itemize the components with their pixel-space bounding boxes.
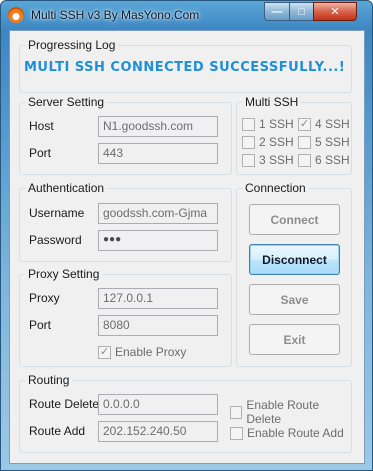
ssh-option-label: 5 SSH <box>315 135 350 149</box>
routing-title: Routing <box>25 373 73 387</box>
port-label: Port <box>29 146 52 160</box>
route-delete-field[interactable]: 0.0.0.0 <box>98 394 218 415</box>
checkmark-icon: ✓ <box>299 117 310 130</box>
connect-button[interactable]: Connect <box>249 204 340 235</box>
minimize-icon: — <box>271 5 283 18</box>
authentication-title: Authentication <box>25 181 108 195</box>
route-delete-label: Route Delete <box>29 397 100 411</box>
ssh-option-1[interactable]: 1 SSH <box>242 117 294 131</box>
connection-group: Connection Connect Disconnect Save Exit <box>236 181 352 367</box>
ssh-option-6[interactable]: 6 SSH <box>298 153 350 167</box>
ssh-option-label: 4 SSH <box>315 117 350 131</box>
route-add-field[interactable]: 202.152.240.50 <box>98 421 218 442</box>
routing-group: Routing Route Delete 0.0.0.0 Enable Rout… <box>19 373 352 453</box>
authentication-group: Authentication Username goodssh.com-Gjma… <box>19 181 232 262</box>
title-bar[interactable]: Multi SSH v3 By MasYono.Com — □ ✕ <box>1 1 372 29</box>
checkbox-5ssh[interactable] <box>298 135 311 149</box>
save-button[interactable]: Save <box>249 284 340 315</box>
host-label: Host <box>29 119 54 133</box>
window-title: Multi SSH v3 By MasYono.Com <box>31 8 200 22</box>
host-field[interactable]: N1.goodssh.com <box>98 116 218 137</box>
proxy-field[interactable]: 127.0.0.1 <box>98 288 218 309</box>
checkbox-6ssh[interactable] <box>298 153 311 167</box>
enable-route-delete-box[interactable] <box>230 405 243 419</box>
checkbox-2ssh[interactable] <box>242 135 255 149</box>
password-field[interactable]: ●●● <box>98 230 218 251</box>
progress-log-title: Progressing Log <box>25 38 119 52</box>
checkbox-3ssh[interactable] <box>242 153 255 167</box>
proxy-setting-group: Proxy Setting Proxy 127.0.0.1 Port 8080 … <box>19 267 232 367</box>
enable-route-add-checkbox[interactable]: Enable Route Add <box>230 426 344 440</box>
enable-proxy-box[interactable]: ✓ <box>98 345 111 359</box>
app-window: Multi SSH v3 By MasYono.Com — □ ✕ Progre… <box>0 0 373 471</box>
server-setting-group: Server Setting Host N1.goodssh.com Port … <box>19 95 232 175</box>
multi-ssh-group: Multi SSH 1 SSH ✓ 4 SSH 2 SSH 5 SSH 3 SSH… <box>236 95 352 175</box>
ssh-option-2[interactable]: 2 SSH <box>242 135 294 149</box>
ssh-option-label: 1 SSH <box>259 117 294 131</box>
username-label: Username <box>29 206 85 220</box>
disconnect-button[interactable]: Disconnect <box>249 244 340 275</box>
server-setting-title: Server Setting <box>25 95 108 109</box>
ssh-option-5[interactable]: 5 SSH <box>298 135 350 149</box>
enable-route-add-label: Enable Route Add <box>247 426 344 440</box>
enable-proxy-checkbox[interactable]: ✓ Enable Proxy <box>98 345 186 359</box>
username-field[interactable]: goodssh.com-Gjma <box>98 203 218 224</box>
enable-route-add-box[interactable] <box>230 426 243 440</box>
ssh-option-3[interactable]: 3 SSH <box>242 153 294 167</box>
proxy-port-label: Port <box>29 318 52 332</box>
checkmark-icon: ✓ <box>99 345 110 358</box>
route-add-label: Route Add <box>29 424 86 438</box>
enable-route-delete-checkbox[interactable]: Enable Route Delete <box>230 398 351 426</box>
minimize-button[interactable]: — <box>264 2 290 21</box>
proxy-label: Proxy <box>29 291 60 305</box>
port-field[interactable]: 443 <box>98 143 218 164</box>
exit-button[interactable]: Exit <box>249 324 340 355</box>
ssh-option-label: 3 SSH <box>259 153 294 167</box>
enable-proxy-label: Enable Proxy <box>115 345 187 359</box>
password-label: Password <box>29 233 82 247</box>
progress-log-group: Progressing Log MULTI SSH CONNECTED SUCC… <box>19 38 352 93</box>
ssh-option-4[interactable]: ✓ 4 SSH <box>298 117 350 131</box>
maximize-button[interactable]: □ <box>289 2 314 21</box>
ssh-option-label: 2 SSH <box>259 135 294 149</box>
enable-route-delete-label: Enable Route Delete <box>246 398 320 426</box>
proxy-port-field[interactable]: 8080 <box>98 315 218 336</box>
checkbox-4ssh[interactable]: ✓ <box>298 117 311 131</box>
ssh-option-label: 6 SSH <box>315 153 350 167</box>
client-area: Progressing Log MULTI SSH CONNECTED SUCC… <box>9 30 365 464</box>
close-button[interactable]: ✕ <box>313 2 357 21</box>
app-logo-icon <box>8 7 24 23</box>
connection-status-text: MULTI SSH CONNECTED SUCCESSFULLY...! <box>24 60 346 75</box>
close-icon: ✕ <box>330 6 340 18</box>
checkbox-1ssh[interactable] <box>242 117 255 131</box>
proxy-setting-title: Proxy Setting <box>25 267 103 281</box>
maximize-icon: □ <box>298 5 305 18</box>
connection-title: Connection <box>242 181 309 195</box>
multi-ssh-title: Multi SSH <box>242 95 302 109</box>
